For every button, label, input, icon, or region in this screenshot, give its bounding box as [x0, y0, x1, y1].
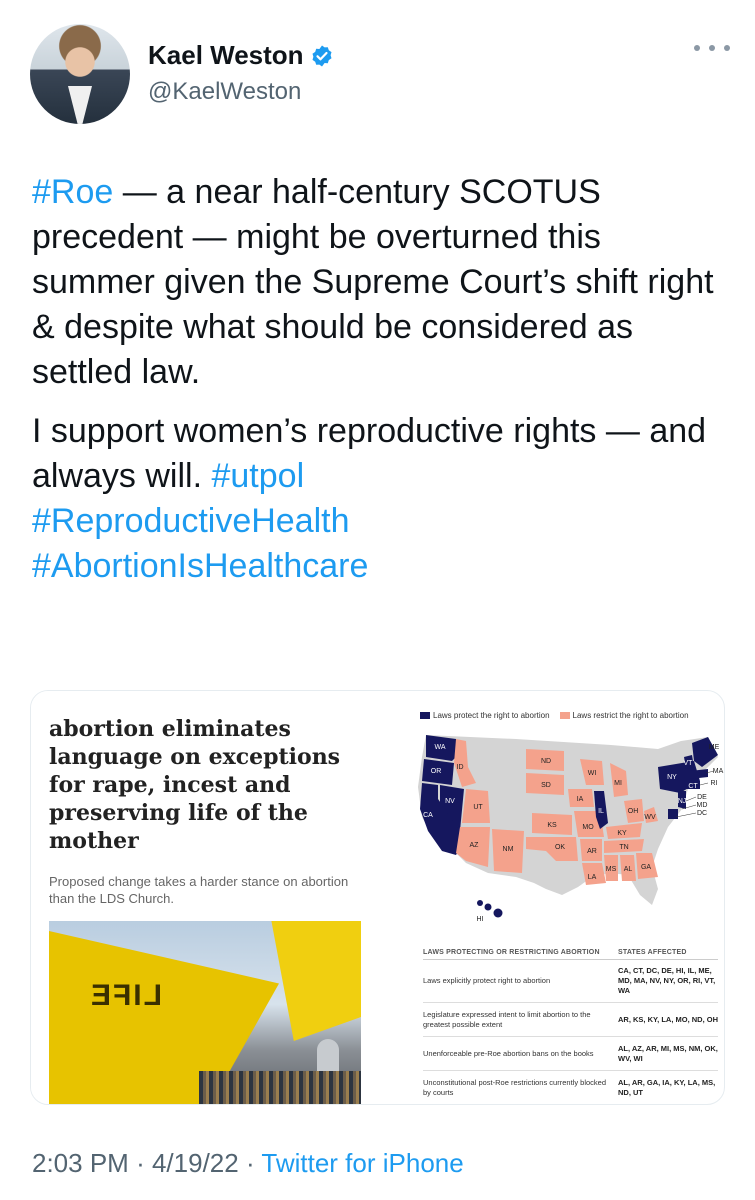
table-row: Legislature expressed intent to limit ab…: [423, 1003, 718, 1037]
table-row: Unconstitutional post-Roe restrictions c…: [423, 1071, 718, 1104]
paragraph-2-text: I support women’s reproductive rights — …: [32, 412, 707, 495]
header-laws: LAWS PROTECTING OR RESTRICTING ABORTION: [423, 949, 600, 956]
tweet-paragraph-2: I support women’s reproductive rights — …: [32, 409, 732, 589]
label-wv: WV: [644, 814, 656, 821]
label-oh: OH: [628, 808, 639, 815]
label-il: IL: [598, 808, 604, 815]
hashtag-roe[interactable]: #Roe: [32, 173, 113, 211]
label-ma: MA: [713, 768, 724, 775]
state-md: [668, 809, 678, 819]
state-hi-2: [484, 903, 492, 911]
label-nd: ND: [541, 758, 551, 765]
tweet-media-image[interactable]: abortion eliminates language on exceptio…: [30, 690, 725, 1105]
meta-separator-2: ·: [245, 1148, 255, 1178]
tweet-paragraph-1: #Roe — a near half-century SCOTUS preced…: [32, 170, 732, 395]
map-legend: Laws protect the right to abortion Laws …: [420, 711, 689, 720]
label-ky: KY: [617, 830, 627, 837]
hashtag-reproductivehealth[interactable]: #ReproductiveHealth: [32, 502, 350, 540]
row-law: Unconstitutional post-Roe restrictions c…: [423, 1077, 606, 1097]
label-ut: UT: [473, 804, 483, 811]
row-states: AL, AR, GA, IA, KY, LA, MS, ND, UT: [618, 1077, 716, 1097]
hashtag-abortionishealthcare[interactable]: #AbortionIsHealthcare: [32, 547, 368, 585]
label-mi: MI: [614, 780, 622, 787]
label-al: AL: [624, 866, 633, 873]
label-de: DE: [697, 794, 707, 801]
label-nv: NV: [445, 798, 455, 805]
label-or: OR: [431, 768, 442, 775]
avatar[interactable]: [30, 24, 130, 124]
label-mo: MO: [582, 824, 594, 831]
banner-text: LIFE: [89, 979, 162, 1012]
legend-swatch-restrict: [559, 712, 570, 719]
label-ar: AR: [587, 848, 597, 855]
label-ia: IA: [577, 796, 584, 803]
verified-badge-icon: [312, 45, 332, 66]
row-states: AL, AZ, AR, MI, MS, NM, OK, WV, WI: [618, 1043, 718, 1063]
label-ca: CA: [423, 812, 433, 819]
header-states: STATES AFFECTED: [618, 949, 687, 956]
legend-label-protect: Laws protect the right to abortion: [433, 711, 550, 720]
table-header: LAWS PROTECTING OR RESTRICTING ABORTION …: [423, 946, 718, 960]
table-row: Laws explicitly protect right to abortio…: [423, 960, 718, 1003]
label-ks: KS: [547, 822, 557, 829]
label-tn: TN: [619, 844, 628, 851]
article-headline: abortion eliminates language on exceptio…: [49, 716, 341, 854]
tweet-text: #Roe — a near half-century SCOTUS preced…: [32, 170, 732, 603]
legend-item-protect: Laws protect the right to abortion: [420, 711, 550, 720]
protest-photo: LIFE: [49, 921, 361, 1104]
label-wi: WI: [588, 770, 597, 777]
row-states: CA, CT, DC, DE, HI, IL, ME, MD, MA, NV, …: [618, 966, 716, 995]
legend-item-restrict: Laws restrict the right to abortion: [559, 711, 689, 720]
tweet-time[interactable]: 2:03 PM: [32, 1148, 129, 1178]
us-map: WA OR CA NV ID UT AZ NM ND SD KS OK IA M…: [418, 735, 724, 923]
tweet-source[interactable]: Twitter for iPhone: [261, 1148, 463, 1178]
abortion-laws-table: LAWS PROTECTING OR RESTRICTING ABORTION …: [423, 946, 718, 1104]
user-handle[interactable]: @KaelWeston: [148, 78, 301, 106]
crowd: [199, 1071, 361, 1104]
label-nm: NM: [503, 846, 514, 853]
label-ri: RI: [711, 780, 718, 787]
label-nj: NJ: [678, 798, 687, 805]
hashtag-utpol[interactable]: #utpol: [211, 457, 304, 495]
label-sd: SD: [541, 782, 551, 789]
capitol-dome: [317, 1039, 339, 1073]
label-id: ID: [457, 764, 464, 771]
label-la: LA: [588, 874, 597, 881]
label-ct: CT: [688, 783, 698, 790]
state-hi-3: [493, 908, 503, 918]
more-horizontal-icon[interactable]: [694, 38, 730, 58]
label-dc: DC: [697, 810, 707, 817]
meta-separator: ·: [136, 1148, 145, 1178]
row-law: Unenforceable pre-Roe abortion bans on t…: [423, 1048, 594, 1058]
table-row: Unenforceable pre-Roe abortion bans on t…: [423, 1037, 718, 1071]
label-ga: GA: [641, 864, 651, 871]
row-states: AR, KS, KY, LA, MO, ND, OH: [618, 1014, 719, 1024]
legend-label-restrict: Laws restrict the right to abortion: [572, 711, 689, 720]
label-me: ME: [709, 744, 720, 751]
label-ok: OK: [555, 844, 565, 851]
display-name[interactable]: Kael Weston: [148, 40, 304, 71]
label-hi: HI: [477, 916, 484, 923]
label-az: AZ: [470, 842, 480, 849]
article-clipping: abortion eliminates language on exceptio…: [31, 691, 361, 1104]
label-ms: MS: [606, 866, 617, 873]
paragraph-1-text: — a near half-century SCOTUS precedent —…: [32, 173, 714, 391]
abortion-laws-map: Laws protect the right to abortion Laws …: [396, 691, 724, 941]
legend-swatch-protect: [420, 712, 430, 719]
label-ny: NY: [667, 774, 677, 781]
label-vt: VT: [684, 760, 694, 767]
row-law: Legislature expressed intent to limit ab…: [423, 1009, 591, 1029]
label-md: MD: [697, 802, 708, 809]
tweet-meta: 2:03 PM · 4/19/22 · Twitter for iPhone: [32, 1148, 464, 1179]
name-row: Kael Weston: [148, 40, 334, 71]
tweet-header: Kael Weston @KaelWeston: [30, 20, 730, 130]
article-deck: Proposed change takes a harder stance on…: [49, 874, 349, 906]
tweet-date[interactable]: 4/19/22: [152, 1148, 239, 1178]
state-hi-1: [477, 900, 483, 906]
row-law: Laws explicitly protect right to abortio…: [423, 976, 551, 985]
label-wa: WA: [434, 744, 445, 751]
